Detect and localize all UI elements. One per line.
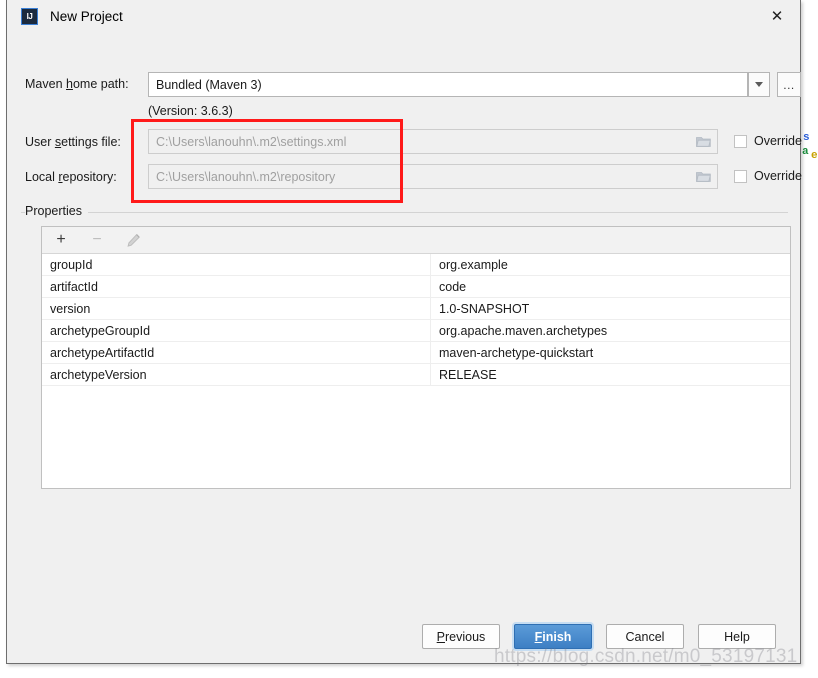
table-row[interactable]: archetypeArtifactId maven-archetype-quic… xyxy=(42,341,790,364)
background-editor-strip: a s e xyxy=(800,0,818,678)
maven-home-path-input[interactable]: Bundled (Maven 3) xyxy=(148,72,748,97)
bg-code-fragment: s xyxy=(803,132,810,144)
properties-table-panel: + − groupId org.example artifactId code … xyxy=(41,226,791,489)
bg-code-fragment: e xyxy=(811,150,818,162)
property-key: archetypeArtifactId xyxy=(42,341,431,364)
property-value: maven-archetype-quickstart xyxy=(430,341,790,364)
user-settings-file-browse-button[interactable] xyxy=(689,130,717,153)
checkbox-box[interactable] xyxy=(734,134,747,148)
properties-toolbar: + − xyxy=(42,227,790,254)
maven-home-path-dropdown-button[interactable] xyxy=(748,72,770,97)
table-row[interactable]: groupId org.example xyxy=(42,254,790,276)
property-value: code xyxy=(430,275,790,298)
dialog-button-bar: Previous Finish Cancel Help xyxy=(7,624,802,649)
properties-group-title: Properties xyxy=(25,204,88,218)
folder-icon xyxy=(695,137,711,147)
dialog-titlebar: IJ New Project ✕ xyxy=(7,0,800,32)
plus-icon[interactable]: + xyxy=(52,231,70,249)
user-settings-file-label: User settings file: xyxy=(25,135,121,149)
dialog-content: Maven home path: Bundled (Maven 3) ... (… xyxy=(7,32,802,663)
new-project-dialog: IJ New Project ✕ Maven home path: Bundle… xyxy=(6,0,802,664)
local-repository-override-checkbox[interactable]: Override xyxy=(734,169,802,183)
table-row[interactable]: artifactId code xyxy=(42,275,790,298)
chevron-down-icon xyxy=(755,82,763,87)
intellij-idea-icon: IJ xyxy=(21,7,38,25)
bg-code-fragment: a xyxy=(802,146,809,158)
dialog-title: New Project xyxy=(50,8,123,24)
pencil-icon[interactable] xyxy=(124,231,142,249)
properties-group-separator xyxy=(21,212,788,213)
previous-button[interactable]: Previous xyxy=(422,624,500,649)
help-button[interactable]: Help xyxy=(698,624,776,649)
table-row[interactable]: archetypeGroupId org.apache.maven.archet… xyxy=(42,319,790,342)
maven-home-path-label: Maven home path: xyxy=(25,77,129,91)
finish-button[interactable]: Finish xyxy=(514,624,592,649)
table-row[interactable]: version 1.0-SNAPSHOT xyxy=(42,297,790,320)
folder-icon xyxy=(695,172,711,182)
user-settings-override-checkbox[interactable]: Override xyxy=(734,134,802,148)
property-value: org.apache.maven.archetypes xyxy=(430,319,790,342)
local-repository-override-label: Override xyxy=(754,169,802,183)
cancel-button[interactable]: Cancel xyxy=(606,624,684,649)
property-value: RELEASE xyxy=(430,363,790,386)
property-key: artifactId xyxy=(42,275,431,298)
minus-icon[interactable]: − xyxy=(88,231,106,249)
properties-table-body: groupId org.example artifactId code vers… xyxy=(42,254,790,386)
local-repository-browse-button[interactable] xyxy=(689,165,717,188)
property-key: archetypeGroupId xyxy=(42,319,431,342)
close-icon[interactable]: ✕ xyxy=(754,0,800,31)
maven-version-note: (Version: 3.6.3) xyxy=(148,104,233,118)
checkbox-box[interactable] xyxy=(734,169,747,183)
local-repository-input[interactable]: C:\Users\lanouhn\.m2\repository xyxy=(148,164,718,189)
property-key: groupId xyxy=(42,254,431,276)
property-value: 1.0-SNAPSHOT xyxy=(430,297,790,320)
local-repository-label: Local repository: xyxy=(25,170,117,184)
user-settings-override-label: Override xyxy=(754,134,802,148)
property-value: org.example xyxy=(430,254,790,276)
maven-home-path-browse-button[interactable]: ... xyxy=(777,72,801,97)
property-key: version xyxy=(42,297,431,320)
property-key: archetypeVersion xyxy=(42,363,431,386)
table-row[interactable]: archetypeVersion RELEASE xyxy=(42,363,790,386)
properties-table: groupId org.example artifactId code vers… xyxy=(42,254,790,386)
user-settings-file-input[interactable]: C:\Users\lanouhn\.m2\settings.xml xyxy=(148,129,718,154)
